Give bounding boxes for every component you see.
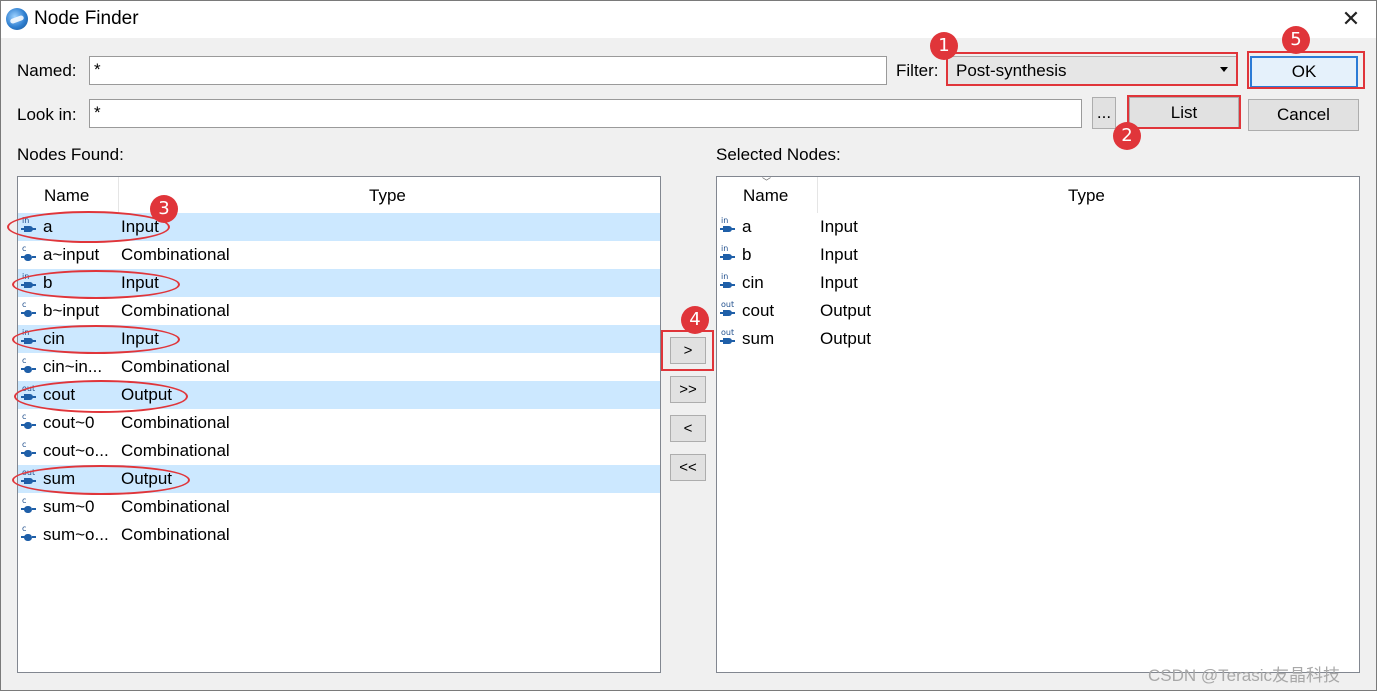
node-name: cin <box>742 273 764 292</box>
annotation-ring-cout <box>14 380 188 413</box>
input-pin-icon: in <box>720 273 735 290</box>
list-row[interactable]: c cout~0 Combinational <box>18 409 660 437</box>
lookin-label: Look in: <box>17 105 77 124</box>
node-name: cout~0 <box>43 413 95 432</box>
remove-node-button[interactable]: < <box>670 415 706 442</box>
combinational-node-icon: c <box>21 525 36 542</box>
column-divider[interactable] <box>817 177 818 213</box>
list-row[interactable]: in cin Input <box>717 269 1359 297</box>
list-row[interactable]: c a~input Combinational <box>18 241 660 269</box>
node-name: cout~o... <box>43 441 109 460</box>
list-row[interactable]: c cin~in... Combinational <box>18 353 660 381</box>
column-header-type[interactable]: Type <box>1068 186 1105 206</box>
selected-nodes-list[interactable]: ﹀ Name Type in a Input in b Input in cin Input ou… <box>716 176 1360 673</box>
input-pin-icon: in <box>720 245 735 262</box>
node-type: Combinational <box>121 497 230 516</box>
named-input[interactable]: * <box>89 56 887 85</box>
node-name: sum~o... <box>43 525 109 544</box>
node-type: Combinational <box>121 245 230 264</box>
title-bar <box>0 0 1377 38</box>
node-name: b <box>742 245 752 264</box>
nodes-found-header: Name Type <box>18 177 660 213</box>
node-type: Input <box>820 273 858 292</box>
combinational-node-icon: c <box>21 301 36 318</box>
node-type: Combinational <box>121 413 230 432</box>
list-row[interactable]: out cout Output <box>717 297 1359 325</box>
selected-nodes-title: Selected Nodes: <box>716 145 841 164</box>
column-header-name[interactable]: Name <box>44 186 89 206</box>
output-pin-icon: out <box>720 301 735 318</box>
combinational-node-icon: c <box>21 497 36 514</box>
node-type: Combinational <box>121 301 230 320</box>
node-type: Combinational <box>121 357 230 376</box>
annotation-box-add <box>661 330 714 371</box>
watermark: CSDN @Terasic友晶科技 <box>1148 666 1340 685</box>
node-name: sum <box>742 329 775 348</box>
column-header-type[interactable]: Type <box>369 186 406 206</box>
add-all-button[interactable]: >> <box>670 376 706 403</box>
annotation-badge-2: 2 <box>1113 122 1141 150</box>
list-row[interactable]: in a Input <box>717 213 1359 241</box>
input-pin-icon: in <box>720 217 735 234</box>
window-title: Node Finder <box>34 8 139 29</box>
annotation-ring-sum <box>12 465 190 495</box>
list-row[interactable]: c b~input Combinational <box>18 297 660 325</box>
annotation-ring-cin <box>12 325 180 354</box>
node-name: a <box>742 217 752 236</box>
node-type: Combinational <box>121 525 230 544</box>
node-type: Combinational <box>121 441 230 460</box>
browse-button[interactable]: ... <box>1092 97 1116 129</box>
filter-label: Filter: <box>896 61 939 80</box>
list-row[interactable]: c sum~0 Combinational <box>18 493 660 521</box>
node-type: Input <box>820 245 858 264</box>
list-row[interactable]: c sum~o... Combinational <box>18 521 660 549</box>
combinational-node-icon: c <box>21 413 36 430</box>
list-row[interactable]: in b Input <box>717 241 1359 269</box>
named-label: Named: <box>17 61 77 80</box>
annotation-badge-1: 1 <box>930 32 958 60</box>
list-row[interactable]: out sum Output <box>717 325 1359 353</box>
column-divider[interactable] <box>118 177 119 213</box>
nodes-found-title: Nodes Found: <box>17 145 124 164</box>
node-name: a~input <box>43 245 100 264</box>
app-icon <box>6 8 28 30</box>
annotation-badge-4: 4 <box>681 306 709 334</box>
node-name: sum~0 <box>43 497 95 516</box>
annotation-box-ok <box>1247 51 1365 89</box>
combinational-node-icon: c <box>21 357 36 374</box>
node-name: b~input <box>43 301 100 320</box>
combinational-node-icon: c <box>21 245 36 262</box>
node-name: cin~in... <box>43 357 103 376</box>
annotation-ring-a <box>7 211 170 243</box>
remove-all-button[interactable]: << <box>670 454 706 481</box>
annotation-ring-b <box>12 270 180 299</box>
node-type: Output <box>820 329 872 348</box>
lookin-input[interactable]: * <box>89 99 1082 128</box>
column-header-name[interactable]: Name <box>743 186 788 206</box>
annotation-box-list <box>1127 95 1241 129</box>
list-row[interactable]: c cout~o... Combinational <box>18 437 660 465</box>
output-pin-icon: out <box>720 329 735 346</box>
nodes-found-list[interactable]: Name Type in a Input c a~input Combinational i… <box>17 176 661 673</box>
node-name: cout <box>742 301 775 320</box>
annotation-badge-5: 5 <box>1282 26 1310 54</box>
selected-nodes-header: ﹀ Name Type <box>717 177 1359 213</box>
node-type: Output <box>820 301 872 320</box>
cancel-button[interactable]: Cancel <box>1248 99 1359 131</box>
node-type: Input <box>820 217 858 236</box>
annotation-box-filter <box>946 52 1238 86</box>
combinational-node-icon: c <box>21 441 36 458</box>
annotation-badge-3: 3 <box>150 195 178 223</box>
close-icon[interactable]: ✕ <box>1338 6 1364 32</box>
